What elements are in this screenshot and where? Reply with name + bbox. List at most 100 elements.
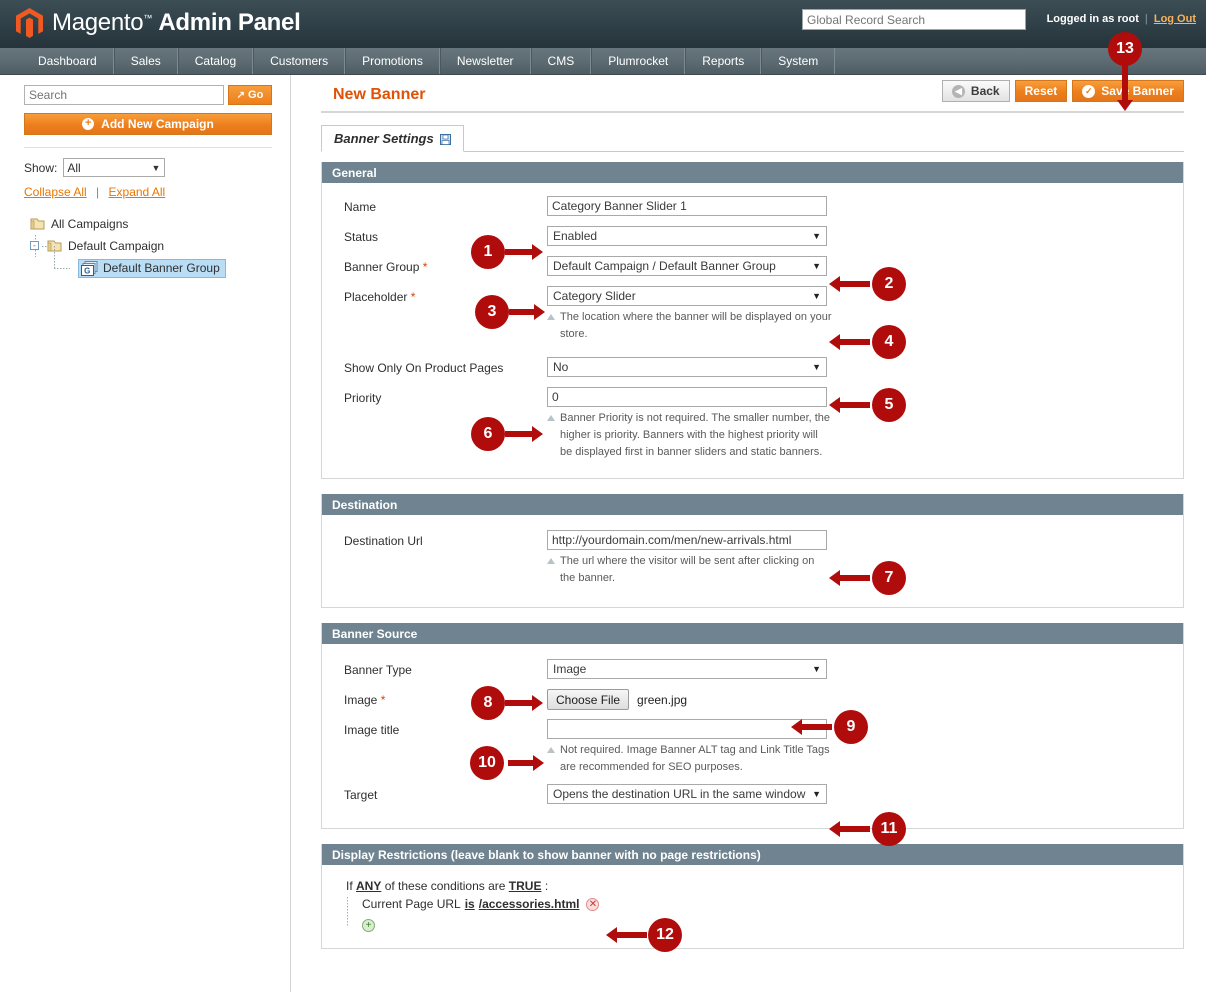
save-banner-button[interactable]: ✓ Save Banner xyxy=(1072,80,1184,102)
field-label-banner-group: Banner Group * xyxy=(322,256,547,274)
brand-logo[interactable]: Magento™ Admin Panel xyxy=(16,8,301,38)
sidebar-go-button[interactable]: ↗ Go xyxy=(228,85,272,105)
callout-badge-12: 12 xyxy=(648,918,682,952)
top-header-bar: Magento™ Admin Panel Logged in as root |… xyxy=(0,0,1206,48)
callout-arrowhead-11 xyxy=(829,821,840,837)
sidebar-search-row: ↗ Go xyxy=(24,85,272,105)
fieldset-general: General Name Status Ena xyxy=(321,162,1184,479)
callout-badge-8: 8 xyxy=(471,686,505,720)
tree-item-default-banner-group[interactable]: G Default Banner Group xyxy=(30,246,290,279)
placeholder-select[interactable]: Category Slider ▼ xyxy=(547,286,827,306)
nav-item-plumrocket[interactable]: Plumrocket xyxy=(591,48,686,74)
add-circle-icon[interactable]: + xyxy=(362,919,375,932)
target-select[interactable]: Opens the destination URL in the same wi… xyxy=(547,784,827,804)
true-toggle-link[interactable]: TRUE xyxy=(509,879,542,893)
tree-expander-toggle[interactable]: - xyxy=(30,241,39,250)
condition-operator[interactable]: is xyxy=(465,897,475,911)
priority-input[interactable] xyxy=(547,387,827,407)
tab-bar: Banner Settings xyxy=(321,125,1184,152)
page-header: New Banner ◀ Back Reset ✓ Save Banner xyxy=(321,75,1184,113)
label-text: Image title xyxy=(344,723,400,737)
banner-group-select-value: Default Campaign / Default Banner Group xyxy=(553,259,776,273)
fieldset-general-title: General xyxy=(322,162,1183,183)
note-triangle-icon xyxy=(547,747,555,753)
callout-badge-3: 3 xyxy=(475,295,509,329)
condition-attribute[interactable]: Current Page URL xyxy=(362,897,461,911)
any-toggle-link[interactable]: ANY xyxy=(356,879,381,893)
remove-circle-icon[interactable]: ✕ xyxy=(586,897,600,911)
required-asterisk: * xyxy=(422,260,428,274)
selected-file-name: green.jpg xyxy=(637,692,688,707)
callout-arrowhead-1 xyxy=(532,244,543,260)
nav-item-system[interactable]: System xyxy=(761,48,836,74)
show-filter-select[interactable]: All ▼ xyxy=(63,158,166,177)
global-search-input[interactable] xyxy=(802,9,1026,30)
logout-link[interactable]: Log Out xyxy=(1154,13,1196,25)
page-title: New Banner xyxy=(333,86,426,103)
fieldset-destination: Destination Destination Url The url wher… xyxy=(321,494,1184,608)
field-row-priority: Priority Banner Priority is not required… xyxy=(322,387,1183,461)
condition-value[interactable]: /accessories.html xyxy=(479,897,580,911)
tab-banner-settings[interactable]: Banner Settings xyxy=(321,125,464,152)
condition-row: Current Page URL is /accessories.html ✕ xyxy=(362,897,1183,911)
chevron-down-icon: ▼ xyxy=(812,231,821,241)
callout-badge-13: 13 xyxy=(1108,32,1142,66)
callout-arrow-11 xyxy=(836,826,870,832)
nav-item-sales[interactable]: Sales xyxy=(113,48,178,74)
nav-item-catalog[interactable]: Catalog xyxy=(177,48,254,74)
callout-badge-11: 11 xyxy=(872,812,906,846)
collapse-all-link[interactable]: Collapse All xyxy=(24,185,87,199)
note-triangle-icon xyxy=(547,314,555,320)
field-control-banner-group: Default Campaign / Default Banner Group … xyxy=(547,256,827,276)
fieldset-destination-body: Destination Url The url where the visito… xyxy=(322,515,1183,607)
choose-file-button[interactable]: Choose File xyxy=(547,689,630,710)
tree-item-all-campaigns[interactable]: All Campaigns xyxy=(30,213,290,235)
destination-url-input[interactable] xyxy=(547,530,827,550)
nav-item-reports[interactable]: Reports xyxy=(685,48,762,74)
add-new-campaign-button[interactable]: + Add New Campaign xyxy=(24,113,272,135)
field-control-image-title: Not required. Image Banner ALT tag and L… xyxy=(547,719,832,776)
callout-badge-4: 4 xyxy=(872,325,906,359)
expand-all-link[interactable]: Expand All xyxy=(109,185,166,199)
add-new-campaign-label: Add New Campaign xyxy=(101,117,214,131)
sidebar-search-input[interactable] xyxy=(24,85,224,105)
show-filter-row: Show: All ▼ xyxy=(24,158,290,177)
nav-item-newsletter[interactable]: Newsletter xyxy=(439,48,531,74)
nav-item-promotions[interactable]: Promotions xyxy=(345,48,440,74)
callout-arrow-5 xyxy=(836,402,870,408)
tree-item-default-campaign[interactable]: - Default Campaign xyxy=(30,235,290,257)
field-label-destination-url: Destination Url xyxy=(322,530,547,548)
field-row-image: Image * Choose File green.jpg xyxy=(322,689,1183,715)
tree-selected-node[interactable]: G Default Banner Group xyxy=(78,258,226,278)
callout-badge-10: 10 xyxy=(470,746,504,780)
fieldset-general-body: Name Status Enabled ▼ xyxy=(322,183,1183,478)
banner-group-select[interactable]: Default Campaign / Default Banner Group … xyxy=(547,256,827,276)
banner-type-select[interactable]: Image ▼ xyxy=(547,659,827,679)
choose-file-row: Choose File green.jpg xyxy=(547,689,687,710)
sidebar-divider xyxy=(24,147,272,148)
reset-button[interactable]: Reset xyxy=(1014,80,1068,102)
choose-file-label: Choose File xyxy=(556,692,621,707)
nav-item-dashboard[interactable]: Dashboard xyxy=(22,48,114,74)
name-input[interactable] xyxy=(547,196,827,216)
field-row-show-only-product-pages: Show Only On Product Pages No ▼ xyxy=(322,357,1183,383)
note-text: The url where the visitor will be sent a… xyxy=(560,555,815,584)
label-text: Placeholder xyxy=(344,290,408,304)
main-content: New Banner ◀ Back Reset ✓ Save Banner Ba… xyxy=(291,75,1206,992)
save-banner-button-label: Save Banner xyxy=(1101,84,1174,98)
conditions-colon: : xyxy=(544,879,549,893)
callout-arrow-9 xyxy=(798,724,832,730)
show-only-product-pages-select[interactable]: No ▼ xyxy=(547,357,827,377)
status-select[interactable]: Enabled ▼ xyxy=(547,226,827,246)
image-title-input[interactable] xyxy=(547,719,827,739)
logged-in-text: Logged in as root xyxy=(1046,13,1139,25)
field-row-target: Target Opens the destination URL in the … xyxy=(322,784,1183,810)
callout-badge-7: 7 xyxy=(872,561,906,595)
magento-logo-icon xyxy=(16,8,43,38)
field-control-status: Enabled ▼ xyxy=(547,226,827,246)
nav-item-cms[interactable]: CMS xyxy=(530,48,592,74)
field-row-banner-type: Banner Type Image ▼ xyxy=(322,659,1183,685)
show-only-product-pages-value: No xyxy=(553,360,569,374)
nav-item-customers[interactable]: Customers xyxy=(253,48,346,74)
back-button[interactable]: ◀ Back xyxy=(941,80,1010,102)
